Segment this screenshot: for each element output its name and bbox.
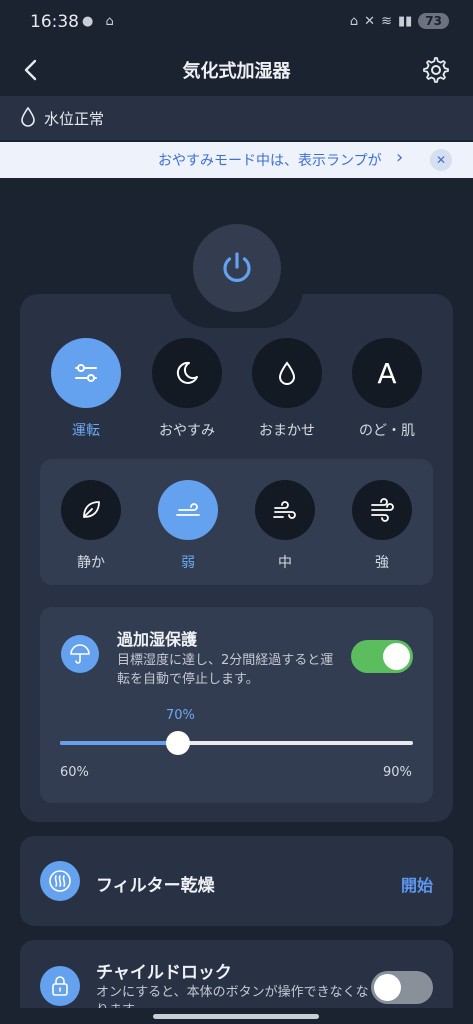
home-indicator[interactable] — [153, 1014, 319, 1019]
mode-label: 運転 — [72, 423, 100, 439]
status-time: 16:38 — [30, 12, 79, 32]
filter-dry-title: フィルター乾燥 — [96, 876, 215, 896]
power-button[interactable] — [193, 224, 281, 312]
fan-circle[interactable] — [255, 480, 315, 540]
home-icon: ⌂ — [349, 13, 359, 29]
sliders-icon — [75, 364, 97, 382]
water-level-text: 水位正常 — [44, 110, 105, 128]
lock-icon — [40, 966, 80, 1006]
close-icon[interactable]: ✕ — [430, 149, 452, 171]
child-lock-description: オンにすると、本体のボタンが操作できなくなります。 — [96, 985, 369, 1008]
mode-auto[interactable]: おまかせ — [251, 338, 323, 440]
mode-circle[interactable] — [252, 338, 322, 408]
mode-circle[interactable] — [51, 338, 121, 408]
leaf-icon — [83, 501, 100, 518]
filter-dry-card: フィルター乾燥 開始 — [20, 836, 453, 926]
mode-sleep[interactable]: おやすみ — [151, 338, 223, 440]
fan-low[interactable]: 弱 — [156, 480, 220, 572]
fan-mid[interactable]: 中 — [253, 480, 317, 572]
fan-label: 強 — [375, 555, 389, 571]
status-bar: 16:38 ● ⌂ ⌂ ✕ ≋ ▮▮ 73 — [0, 0, 473, 48]
letter-a-icon: A — [377, 356, 397, 390]
battery-icon: 73 — [418, 13, 449, 29]
wind-mid-icon — [273, 501, 296, 519]
wifi-icon: ≋ — [381, 13, 392, 29]
over-humidify-toggle[interactable] — [351, 640, 413, 673]
mute-icon: ✕ — [364, 13, 376, 29]
fan-circle[interactable] — [158, 480, 218, 540]
notification-icons: ● ⌂ — [82, 14, 118, 29]
notice-banner[interactable]: おやすみモード中は、表示ランプが › ✕ — [0, 142, 473, 178]
status-icons: ⌂ ✕ ≋ ▮▮ 73 — [350, 13, 449, 29]
notice-text: おやすみモード中は、表示ランプが — [158, 153, 382, 169]
fan-label: 中 — [278, 555, 292, 571]
fan-high[interactable]: 強 — [350, 480, 414, 572]
water-drop-icon — [21, 107, 35, 127]
fan-label: 静か — [77, 555, 105, 571]
humidity-slider[interactable] — [60, 731, 413, 755]
app-bar: 気化式加湿器 — [0, 48, 473, 94]
mode-circle[interactable] — [152, 338, 222, 408]
fan-quiet[interactable]: 静か — [59, 480, 123, 572]
umbrella-icon — [61, 635, 99, 673]
child-lock-title: チャイルドロック — [96, 963, 232, 983]
slider-value-label: 70% — [166, 708, 195, 723]
filter-icon — [40, 861, 80, 901]
water-level-bar: 水位正常 — [0, 96, 473, 140]
power-icon — [223, 252, 251, 282]
wind-high-icon — [371, 498, 394, 522]
mode-throat-skin[interactable]: A のど・肌 — [351, 338, 423, 440]
over-humidify-title: 過加湿保護 — [117, 630, 198, 649]
chevron-right-icon[interactable]: › — [396, 147, 403, 168]
gear-icon — [423, 57, 449, 83]
navigation-bar — [0, 1008, 473, 1024]
drop-icon — [278, 361, 296, 385]
fan-label: 弱 — [181, 555, 195, 571]
settings-button[interactable] — [421, 55, 451, 85]
fan-circle[interactable] — [352, 480, 412, 540]
mode-label: のど・肌 — [359, 423, 415, 439]
toggle-knob — [374, 974, 401, 1001]
toggle-knob — [383, 643, 410, 670]
page-title: 気化式加湿器 — [182, 61, 291, 82]
filter-dry-start-button[interactable]: 開始 — [401, 872, 433, 896]
over-humidify-description: 目標湿度に達し、2分間経過すると運転を自動で停止します。 — [117, 653, 334, 687]
slider-thumb[interactable] — [165, 731, 190, 755]
mode-label: おまかせ — [259, 423, 315, 439]
slider-fill — [60, 741, 178, 745]
moon-icon — [176, 361, 198, 384]
signal-icon: ▮▮ — [397, 13, 413, 29]
mode-label: おやすみ — [159, 423, 215, 439]
fan-circle[interactable] — [61, 480, 121, 540]
slider-max-label: 90% — [383, 765, 412, 780]
wind-low-icon — [176, 503, 200, 516]
mode-operation[interactable]: 運転 — [50, 338, 122, 440]
over-humidify-panel — [40, 607, 433, 803]
child-lock-toggle[interactable] — [371, 971, 433, 1004]
mode-circle[interactable]: A — [352, 338, 422, 408]
slider-min-label: 60% — [60, 765, 89, 780]
